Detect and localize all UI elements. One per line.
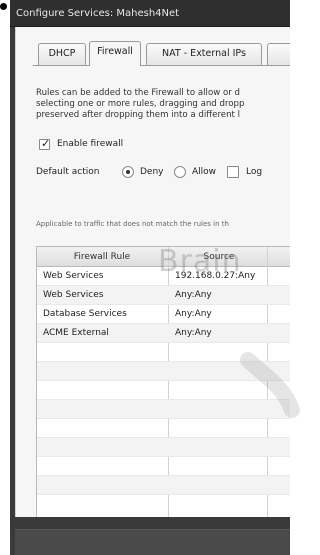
dialog-footer: [10, 517, 290, 555]
rule-name-cell: Web Services: [43, 271, 104, 281]
checkmark-icon: ✓: [41, 137, 51, 150]
tab-dhcp[interactable]: DHCP: [38, 43, 86, 65]
source-cell: Any:Any: [175, 309, 212, 319]
rule-name-cell: Database Services: [43, 309, 127, 319]
enable-firewall-checkbox[interactable]: ✓: [39, 137, 51, 150]
firewall-panel: DHCP Firewall NAT - External IPs Rules c…: [15, 27, 290, 517]
radio-selected-dot: [126, 170, 130, 174]
dialog-title: Configure Services: Mahesh4Net: [16, 8, 180, 19]
default-action-label: Default action: [36, 167, 100, 177]
default-action-hint: Applicable to traffic that does not matc…: [36, 220, 229, 228]
bullet-dot: [0, 3, 7, 10]
column-header-firewall-rule[interactable]: Firewall Rule: [37, 252, 167, 262]
description-line: selecting one or more rules, dragging an…: [36, 99, 245, 109]
watermark-logo-icon: [240, 352, 300, 418]
footer-button-strip: [15, 529, 290, 555]
source-cell: Any:Any: [175, 328, 212, 338]
table-row-empty: [37, 457, 290, 476]
table-row-empty: [37, 438, 290, 457]
allow-radio[interactable]: [174, 166, 186, 178]
configure-services-dialog: Configure Services: Mahesh4Net DHCP Fire…: [10, 0, 290, 555]
log-label: Log: [246, 167, 263, 177]
table-row-empty: [37, 476, 290, 495]
rule-name-cell: ACME External: [43, 328, 109, 338]
description-line: preserved after dropping them into a dif…: [36, 110, 241, 120]
tab-firewall[interactable]: Firewall: [89, 41, 141, 66]
tab-strip-divider: [33, 65, 290, 66]
enable-firewall-label: Enable firewall: [57, 139, 124, 149]
tab-overflow[interactable]: [267, 43, 290, 65]
log-checkbox[interactable]: [227, 166, 239, 178]
tab-nat-external-ips[interactable]: NAT - External IPs: [146, 43, 262, 65]
allow-label: Allow: [192, 167, 217, 177]
watermark-text: Brain: [158, 244, 242, 279]
table-row-empty: [37, 419, 290, 438]
deny-label: Deny: [140, 167, 164, 177]
deny-radio[interactable]: [122, 166, 134, 178]
source-cell: Any:Any: [175, 290, 212, 300]
dialog-titlebar[interactable]: Configure Services: Mahesh4Net: [10, 0, 290, 27]
firewall-description: Rules can be added to the Firewall to al…: [36, 88, 290, 121]
table-row[interactable]: Web Services Any:Any: [37, 286, 290, 305]
table-row[interactable]: Database Services Any:Any: [37, 305, 290, 324]
rule-name-cell: Web Services: [43, 290, 104, 300]
table-row[interactable]: ACME External Any:Any: [37, 324, 290, 343]
description-line: Rules can be added to the Firewall to al…: [36, 88, 240, 98]
